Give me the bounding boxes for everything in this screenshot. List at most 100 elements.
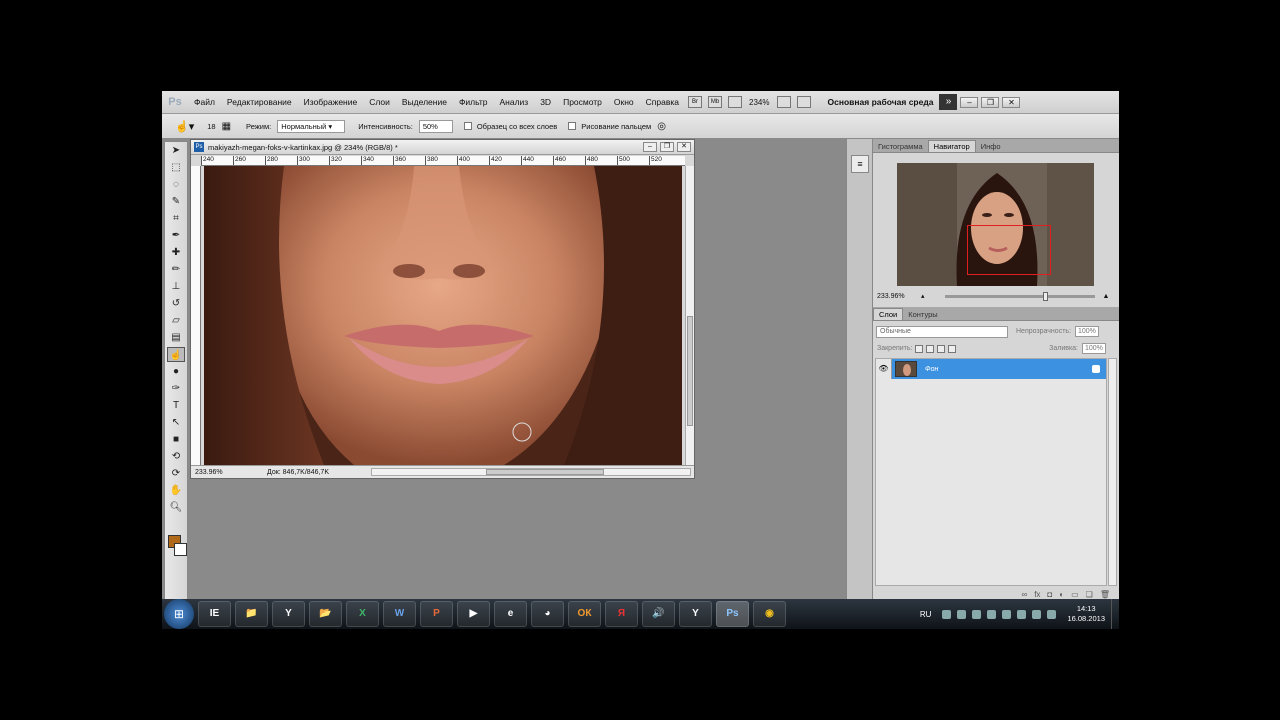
tab-histogram[interactable]: Гистограмма [873, 141, 928, 152]
taskbar-media-player[interactable]: ▶ [457, 601, 490, 627]
marquee-tool-icon[interactable]: ⬚ [167, 160, 185, 175]
document-size-info[interactable]: Док: 846,7K/846,7K [227, 469, 363, 476]
pressure-icon[interactable]: ◎ [657, 121, 666, 132]
history-brush-tool-icon[interactable]: ↺ [167, 296, 185, 311]
minimize-button[interactable]: – [960, 96, 979, 108]
vertical-scroll-thumb[interactable] [687, 316, 693, 426]
brush-panel-icon[interactable]: ▦ [222, 121, 231, 132]
blend-mode-select[interactable]: Обычные [876, 325, 1008, 338]
mode-select[interactable]: Нормальный ▾ [277, 119, 346, 133]
delete-layer-icon[interactable]: 🗑︎ [1100, 590, 1110, 599]
layer-style-icon[interactable]: fx [1034, 590, 1040, 599]
language-indicator[interactable]: RU [920, 610, 932, 619]
taskbar-photoshop[interactable]: Ps [716, 601, 749, 627]
vertical-scrollbar[interactable] [685, 166, 694, 465]
close-button[interactable]: ✕ [1002, 96, 1021, 108]
ruler-horizontal[interactable]: 240 260 280 300 320 340 360 380 400 420 … [201, 156, 685, 166]
tray-security-icon[interactable] [987, 609, 997, 619]
smudge-tool-icon[interactable]: ☝ [167, 347, 185, 362]
clock[interactable]: 14:13 16.08.2013 [1067, 604, 1105, 624]
new-layer-icon[interactable]: ❏ [1086, 590, 1093, 599]
3d-orbit-tool-icon[interactable]: ⟳ [167, 466, 185, 481]
horizontal-scroll-thumb[interactable] [486, 469, 604, 475]
navigator-zoom-field[interactable]: 233.96% [877, 293, 921, 300]
show-desktop-button[interactable] [1111, 599, 1119, 629]
tab-layers[interactable]: Слои [873, 308, 904, 320]
taskbar-folder[interactable]: 📂 [309, 601, 342, 627]
navigator-preview[interactable] [897, 163, 1094, 286]
taskbar-powerpoint[interactable]: P [420, 601, 453, 627]
finger-painting-checkbox[interactable] [568, 122, 577, 130]
tray-flag-icon[interactable] [1032, 609, 1042, 619]
tab-info[interactable]: Инфо [976, 141, 1006, 152]
brush-size-picker[interactable]: 18 [207, 122, 215, 131]
pen-tool-icon[interactable]: ✑ [167, 381, 185, 396]
zoom-level-dropdown[interactable]: 234% [749, 98, 769, 107]
sample-all-layers-checkbox[interactable] [463, 122, 472, 130]
navigator-view-rectangle[interactable] [967, 225, 1051, 275]
taskbar-odnoklassniki[interactable]: ОК [568, 601, 601, 627]
fill-field[interactable]: 100% [1082, 343, 1106, 354]
3d-rotate-tool-icon[interactable]: ⟲ [167, 449, 185, 464]
tray-volume-icon[interactable] [1002, 609, 1012, 619]
doc-minimize-button[interactable]: – [643, 142, 657, 152]
taskbar-yandex[interactable]: Я [605, 601, 638, 627]
clone-stamp-tool-icon[interactable]: ⊥ [167, 279, 185, 294]
background-color-swatch[interactable] [174, 543, 187, 556]
start-button[interactable]: ⊞ [164, 599, 194, 629]
screen-mode-icon[interactable] [796, 96, 811, 108]
menu-help[interactable]: Справка [640, 97, 685, 107]
doc-close-button[interactable]: ✕ [677, 142, 691, 152]
tab-navigator[interactable]: Навигатор [927, 140, 976, 152]
zoom-out-icon[interactable]: ▴ [921, 292, 925, 300]
doc-maximize-button[interactable]: ❐ [660, 142, 674, 152]
taskbar-recorder[interactable]: ◉ [753, 601, 786, 627]
menu-analysis[interactable]: Анализ [494, 97, 535, 107]
taskbar-word[interactable]: W [383, 601, 416, 627]
menu-file[interactable]: Файл [188, 97, 221, 107]
taskbar-explorer[interactable]: 📁 [235, 601, 268, 627]
adjustments-panel-icon[interactable]: ≡ [851, 155, 869, 173]
navigator-zoom-slider[interactable] [944, 291, 1095, 301]
link-layers-icon[interactable]: ∞ [1021, 590, 1027, 599]
ruler-vertical[interactable] [191, 166, 201, 465]
navigator-slider-thumb[interactable] [1043, 291, 1049, 301]
crop-tool-icon[interactable]: ⌗ [167, 211, 185, 226]
eye-icon[interactable]: 👁 [876, 359, 892, 379]
tray-arrow-icon[interactable] [942, 609, 952, 619]
brush-tool-icon[interactable]: ✏ [167, 262, 185, 277]
taskbar-yandex-browser[interactable]: Y [272, 601, 305, 627]
lock-transparent-icon[interactable] [915, 344, 924, 353]
zoom-in-icon[interactable]: ▲ [1103, 293, 1110, 300]
taskbar-browser[interactable]: e [494, 601, 527, 627]
taskbar-volume-app[interactable]: 🔊 [642, 601, 675, 627]
layer-row[interactable]: 👁 Фон [876, 359, 1106, 379]
menu-window[interactable]: Окно [608, 97, 640, 107]
eyedropper-tool-icon[interactable]: ✒ [167, 228, 185, 243]
lock-all-icon[interactable] [948, 344, 957, 353]
lock-image-icon[interactable] [926, 344, 935, 353]
tab-paths[interactable]: Контуры [903, 309, 942, 320]
opacity-field[interactable]: 100% [1075, 326, 1099, 337]
add-mask-icon[interactable]: ◘ [1047, 590, 1052, 599]
document-tab[interactable]: Ps makiyazh-megan-foks-v-kartinkax.jpg @… [191, 140, 694, 155]
taskbar-yandex-browser-2[interactable]: Y [679, 601, 712, 627]
taskbar-media-app[interactable]: ◕ [531, 601, 564, 627]
layers-scrollbar[interactable] [1108, 358, 1117, 586]
menu-select[interactable]: Выделение [396, 97, 453, 107]
lasso-tool-icon[interactable]: ◌ [167, 177, 185, 192]
new-group-icon[interactable]: ▭ [1071, 590, 1079, 599]
path-select-tool-icon[interactable]: ↖ [167, 415, 185, 430]
hand-tool-icon[interactable]: ✋ [167, 483, 185, 498]
tray-power-icon[interactable] [1047, 609, 1057, 619]
menu-3d[interactable]: 3D [534, 97, 557, 107]
smudge-tool-preset-icon[interactable]: ☝▾ [175, 120, 194, 133]
menu-image[interactable]: Изображение [298, 97, 364, 107]
document-zoom-field[interactable]: 233.96% [191, 469, 227, 476]
zoom-tool-icon[interactable]: 🔍︎ [167, 500, 185, 515]
menu-edit[interactable]: Редактирование [221, 97, 298, 107]
shape-tool-icon[interactable]: ■ [167, 432, 185, 447]
lock-position-icon[interactable] [937, 344, 946, 353]
taskbar-ie[interactable]: IE [198, 601, 231, 627]
menu-view[interactable]: Просмотр [557, 97, 608, 107]
